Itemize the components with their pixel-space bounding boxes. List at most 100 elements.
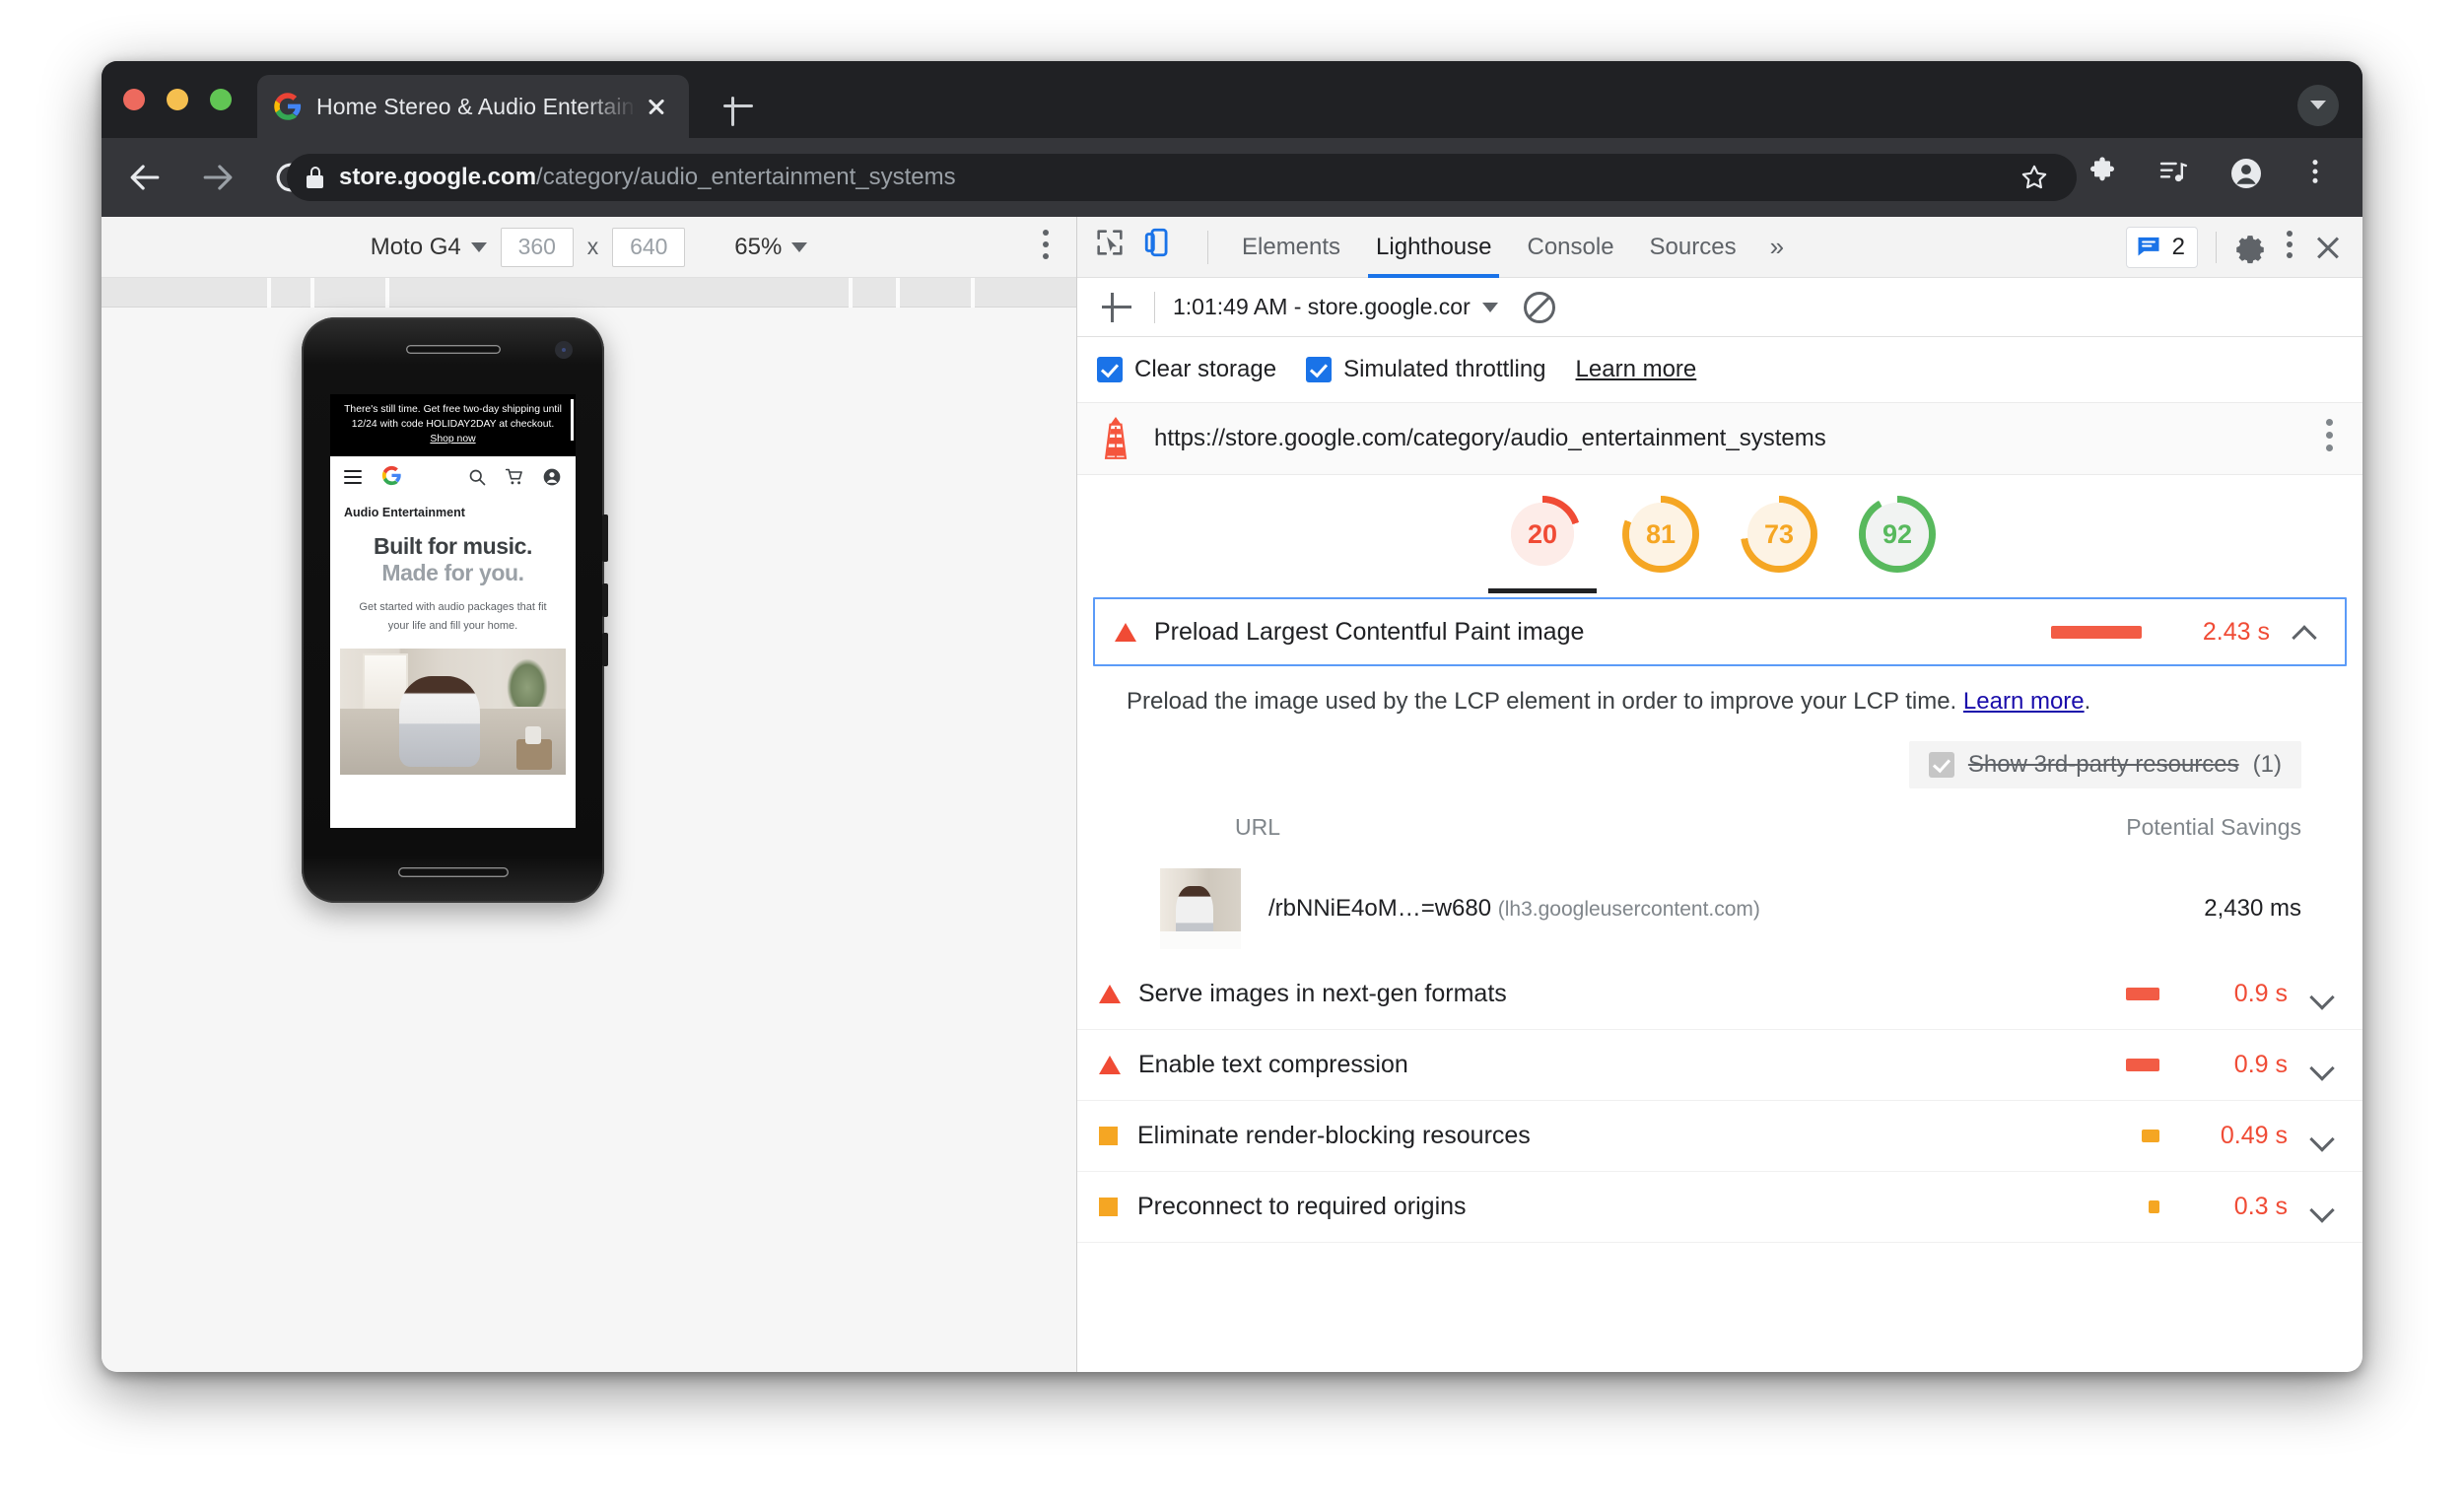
phone-stage: There's still time. Get free two-day shi… [102, 308, 1076, 1370]
minimize-window-button[interactable] [167, 89, 188, 110]
hero-image [340, 648, 566, 775]
chevron-down-icon[interactable] [1481, 302, 1498, 312]
tab-title: Home Stereo & Audio Entertainment [316, 93, 640, 119]
report-selector[interactable]: 1:01:49 AM - store.google.cor [1173, 294, 1471, 320]
audit-row-enable-text-compression[interactable]: Enable text compression 0.9 s [1077, 1030, 2362, 1101]
cart-icon[interactable] [505, 467, 524, 487]
lighthouse-options: Clear storage Simulated throttling Learn… [1077, 337, 2362, 402]
tab-sources[interactable]: Sources [1632, 217, 1754, 278]
clear-storage-checkbox[interactable] [1097, 357, 1123, 382]
gauge-selected-underline [1488, 588, 1597, 593]
viewport-ruler [102, 278, 1076, 308]
browser-menu-icon[interactable] [2299, 156, 2343, 199]
audit-row-preconnect-origins[interactable]: Preconnect to required origins 0.3 s [1077, 1172, 2362, 1243]
audit-title: Preconnect to required origins [1137, 1193, 1467, 1220]
browser-tab[interactable]: Home Stereo & Audio Entertainment [257, 75, 689, 138]
profile-avatar-icon[interactable] [2228, 156, 2272, 199]
address-bar[interactable]: store.google.com/category/audio_entertai… [287, 154, 2077, 201]
clear-reports-icon[interactable] [1523, 291, 1555, 323]
report-menu-icon[interactable] [2325, 419, 2333, 460]
toggle-device-toolbar-icon[interactable] [1142, 226, 1186, 269]
audit-row-eliminate-render-blocking[interactable]: Eliminate render-blocking resources 0.49… [1077, 1101, 2362, 1172]
close-devtools-icon[interactable] [2311, 231, 2345, 264]
warning-triangle-icon [1099, 985, 1121, 1003]
chevron-down-icon[interactable] [2307, 1122, 2337, 1151]
lock-icon [307, 167, 323, 188]
close-window-button[interactable] [123, 89, 145, 110]
tab-elements[interactable]: Elements [1224, 217, 1358, 278]
audit-value: 0.49 s [2220, 1122, 2288, 1149]
simulated-throttling-label: Simulated throttling [1343, 356, 1546, 382]
audit-value: 0.3 s [2233, 1193, 2288, 1220]
audit-impact-bar [2126, 1059, 2159, 1071]
headline-light: Made for you. [381, 560, 524, 586]
audit-learn-more-link[interactable]: Learn more [1963, 688, 2085, 715]
table-header: URL Potential Savings [1235, 814, 2301, 868]
score-gauge-performance[interactable]: 20 [1488, 496, 1597, 593]
device-viewport-pane: Moto G4 360 x 640 65% There's still time… [102, 217, 1077, 1372]
simulated-throttling-checkbox[interactable] [1306, 357, 1333, 382]
audit-row-expanded[interactable]: Preload Largest Contentful Paint image 2… [1093, 597, 2347, 666]
score-gauge-best-practices[interactable]: 73 [1741, 496, 1817, 573]
simulated-throttling-option[interactable]: Simulated throttling [1306, 356, 1546, 383]
lighthouse-report-header: https://store.google.com/category/audio_… [1077, 402, 2362, 475]
clear-storage-option[interactable]: Clear storage [1097, 356, 1276, 383]
audit-description-period: . [2084, 688, 2091, 715]
devtools-pane: Elements Lighthouse Console Sources » 2 [1077, 217, 2362, 1372]
chevron-down-icon[interactable] [2307, 1051, 2337, 1080]
content-split: Moto G4 360 x 640 65% There's still time… [102, 217, 2362, 1372]
column-url: URL [1235, 814, 1281, 840]
show-third-party-toggle[interactable]: Show 3rd-party resources (1) [1908, 741, 2301, 788]
show-third-party-label: Show 3rd-party resources [1967, 751, 2239, 778]
chevron-up-icon[interactable] [2290, 617, 2319, 647]
new-tab-button[interactable] [718, 85, 759, 126]
clear-storage-label: Clear storage [1134, 356, 1277, 382]
table-row: /rbNNiE4oM…=w680 (lh3.googleusercontent.… [1160, 868, 2301, 949]
learn-more-link[interactable]: Learn more [1576, 356, 1697, 383]
message-count: 2 [2171, 234, 2185, 260]
device-menu-icon[interactable] [1041, 230, 1051, 265]
promo-shop-now-link[interactable]: Shop now [430, 434, 475, 445]
page-scrollbar[interactable] [571, 399, 574, 441]
extensions-puzzle-icon[interactable] [2087, 156, 2130, 199]
viewport-width-input[interactable]: 360 [500, 227, 574, 267]
tab-console[interactable]: Console [1509, 217, 1631, 278]
rendered-page[interactable]: There's still time. Get free two-day shi… [330, 394, 576, 828]
tab-search-icon[interactable] [2297, 85, 2339, 126]
chevron-down-icon[interactable] [2307, 980, 2337, 1009]
add-report-icon[interactable] [1097, 288, 1136, 327]
zoom-selector[interactable]: 65% [734, 234, 808, 261]
score-value: 20 [1511, 503, 1574, 566]
more-tabs-icon[interactable]: » [1754, 232, 1800, 262]
bookmark-star-icon[interactable] [2010, 154, 2059, 201]
account-icon[interactable] [542, 467, 562, 487]
close-tab-icon[interactable] [640, 90, 673, 123]
audit-impact-bar [2149, 1200, 2159, 1213]
gear-icon[interactable] [2234, 231, 2268, 264]
hero-subcopy: Get started with audio packages that fit… [359, 601, 547, 632]
viewport-height-input[interactable]: 640 [612, 227, 686, 267]
audit-row-serve-images-next-gen[interactable]: Serve images in next-gen formats 0.9 s [1077, 959, 2362, 1030]
search-icon[interactable] [467, 467, 487, 487]
phone-speaker [397, 867, 509, 877]
media-list-icon[interactable] [2157, 156, 2201, 199]
chevron-down-icon[interactable] [2307, 1193, 2337, 1222]
score-gauge-accessibility[interactable]: 81 [1622, 496, 1699, 573]
devtools-menu-icon[interactable] [2286, 231, 2293, 264]
score-value: 81 [1629, 503, 1692, 566]
hamburger-icon[interactable] [344, 470, 362, 485]
audit-title: Preload Largest Contentful Paint image [1154, 617, 1585, 646]
forward-icon[interactable] [196, 156, 240, 199]
google-g-icon[interactable] [381, 465, 402, 490]
window-controls[interactable] [123, 89, 232, 110]
tab-lighthouse[interactable]: Lighthouse [1358, 217, 1509, 278]
back-icon[interactable] [123, 156, 167, 199]
browser-toolbar: store.google.com/category/audio_entertai… [102, 138, 2362, 217]
page-category-title: Audio Entertainment [344, 506, 465, 520]
message-count-badge[interactable]: 2 [2125, 227, 2198, 268]
score-gauge-seo[interactable]: 92 [1859, 496, 1936, 573]
inspect-element-icon[interactable] [1093, 226, 1136, 269]
device-selector[interactable]: Moto G4 [371, 234, 487, 261]
column-savings: Potential Savings [2126, 814, 2301, 840]
maximize-window-button[interactable] [210, 89, 232, 110]
